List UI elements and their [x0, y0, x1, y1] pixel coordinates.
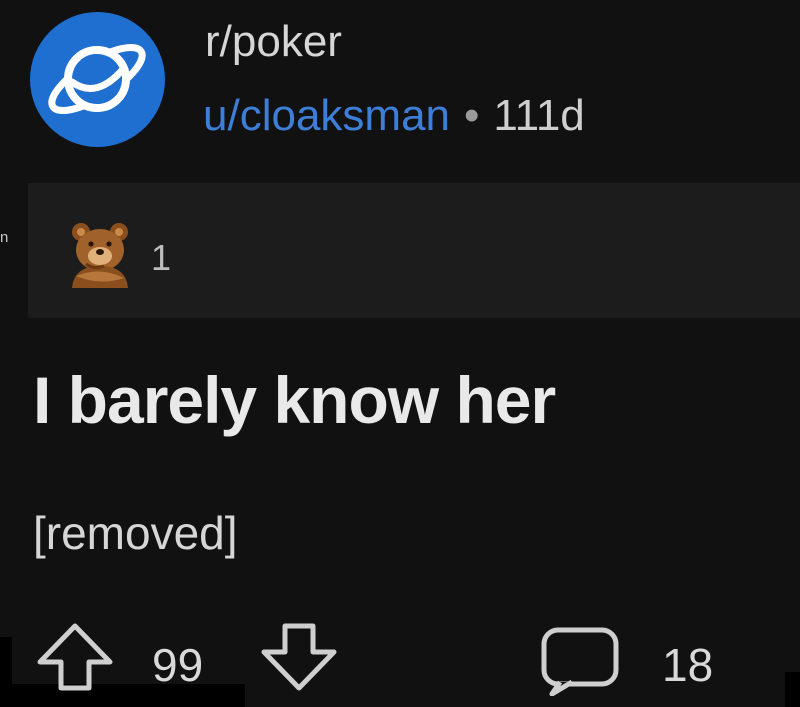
username-link[interactable]: u/cloaksman	[203, 91, 450, 140]
downvote-arrow-icon[interactable]	[260, 622, 338, 692]
post-action-bar: 99 18	[0, 612, 800, 707]
meta-separator: •	[464, 91, 480, 140]
cropped-text-fragment: n	[0, 229, 9, 246]
post-age: 111d	[493, 91, 585, 140]
subreddit-name[interactable]: r/poker	[205, 16, 342, 68]
post-meta: u/cloaksman • 111d	[203, 90, 585, 142]
vote-count: 99	[152, 639, 204, 691]
image-edge-right	[785, 672, 800, 707]
bear-award-icon	[72, 223, 128, 288]
post-title[interactable]: I barely know her	[33, 360, 556, 440]
comment-bubble-icon[interactable]	[538, 626, 628, 696]
subreddit-avatar[interactable]	[30, 12, 165, 147]
award-bar[interactable]: 1	[28, 183, 800, 318]
upvote-arrow-icon[interactable]	[36, 622, 114, 692]
award-count: 1	[151, 237, 172, 278]
planet-icon	[48, 43, 146, 115]
comment-count: 18	[662, 639, 714, 691]
post-body: [removed]	[33, 507, 238, 559]
